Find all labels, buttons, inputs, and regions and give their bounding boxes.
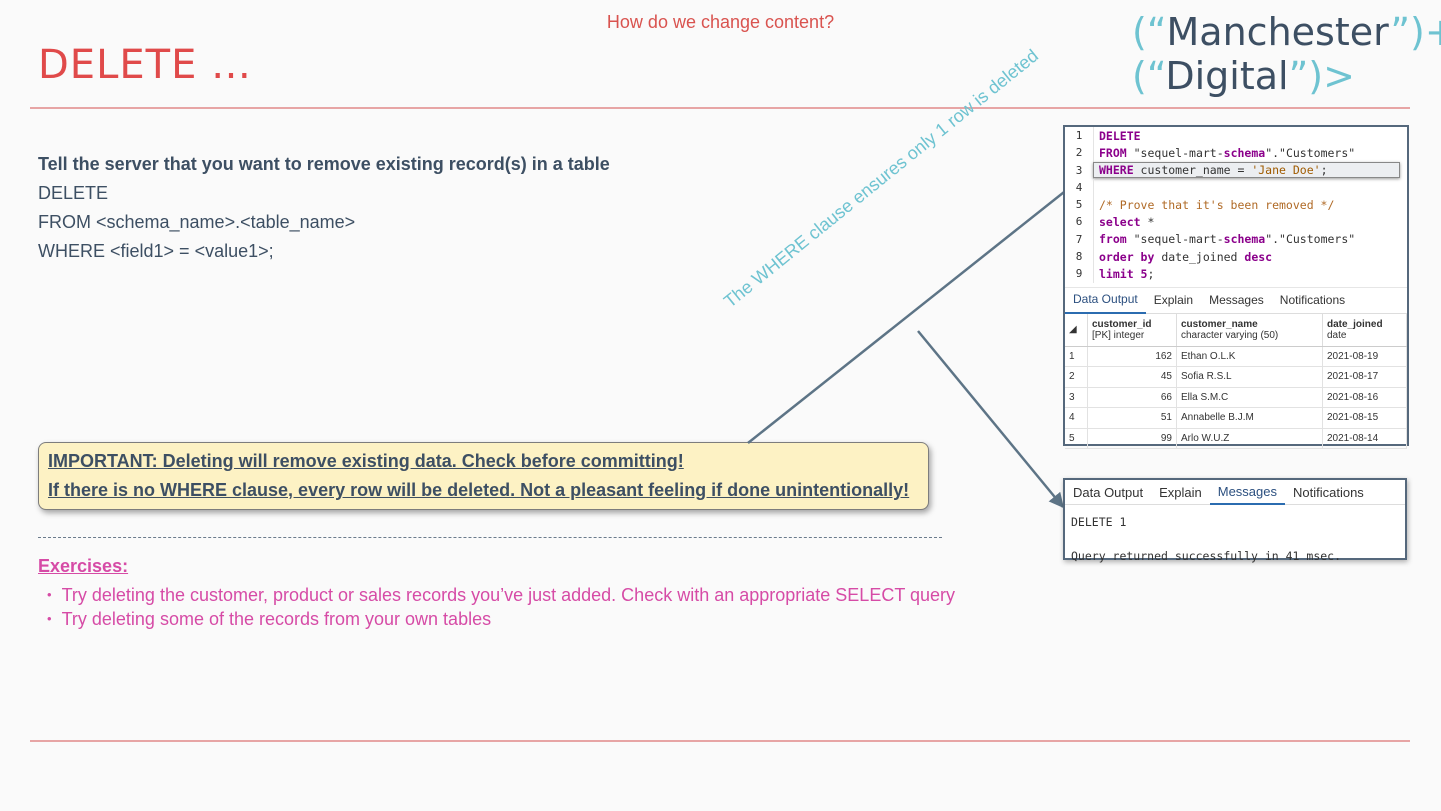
table-row[interactable]: 3 66 Ella S.M.C 2021-08-16 [1065, 387, 1407, 409]
code-editor[interactable]: 1 DELETE 2 FROM "sequel-mart-schema"."Cust… [1065, 127, 1407, 283]
tab-messages[interactable]: Messages [1201, 288, 1272, 313]
tab-messages[interactable]: Messages [1209, 479, 1285, 505]
tab-data-output[interactable]: Data Output [1065, 287, 1146, 314]
tab-data-output[interactable]: Data Output [1065, 480, 1151, 504]
code-line: 1 DELETE [1065, 127, 1407, 145]
table-row[interactable]: 5 99 Arlo W.U.Z 2021-08-14 [1065, 428, 1407, 450]
arrow-to-messages [917, 330, 1064, 509]
code-line: 7 from "sequel-mart-schema"."Customers" [1065, 230, 1407, 249]
code-line: 9 limit 5; [1065, 265, 1407, 283]
row-number-header: ◢ [1065, 313, 1088, 347]
code-line-highlighted: 3 WHERE customer_name = 'Jane Doe'; [1065, 161, 1407, 179]
message-line: DELETE 1 [1071, 515, 1127, 529]
query-editor-panel: 1 DELETE 2 FROM "sequel-mart-schema"."Cust… [1063, 125, 1409, 450]
tab-notifications[interactable]: Notifications [1272, 288, 1353, 313]
column-header[interactable]: customer_name character varying (50) [1176, 313, 1323, 347]
table-row[interactable]: 1 162 Ethan O.L.K 2021-08-19 [1065, 346, 1407, 368]
code-line: 6 select * [1065, 213, 1407, 231]
tab-explain[interactable]: Explain [1151, 480, 1210, 504]
messages-tabs: Data Output Explain Messages Notificatio… [1065, 480, 1405, 505]
column-header[interactable]: customer_id [PK] integer [1087, 313, 1177, 347]
result-grid: ◢ customer_id [PK] integer customer_name c… [1065, 313, 1407, 450]
table-row[interactable]: 4 51 Annabelle B.J.M 2021-08-15 [1065, 407, 1407, 429]
result-tabs: Data Output Explain Messages Notificatio… [1065, 286, 1407, 314]
arrow-to-where-line [747, 176, 1085, 444]
column-header[interactable]: date_joined date [1322, 313, 1407, 347]
code-line: 2 FROM "sequel-mart-schema"."Customers" [1065, 144, 1407, 162]
code-line: 8 order by date_joined desc [1065, 248, 1407, 266]
message-line: Query returned successfully in 41 msec. [1071, 549, 1342, 563]
messages-panel: Data Output Explain Messages Notificatio… [1063, 478, 1407, 563]
tab-notifications[interactable]: Notifications [1285, 480, 1372, 504]
code-line: 5/* Prove that it's been removed */ [1065, 196, 1407, 214]
table-row[interactable]: 2 45 Sofia R.S.L 2021-08-17 [1065, 366, 1407, 388]
messages-output: DELETE 1 Query returned successfully in 4… [1065, 505, 1405, 574]
tab-explain[interactable]: Explain [1146, 288, 1201, 313]
code-line: 4 [1065, 178, 1407, 197]
